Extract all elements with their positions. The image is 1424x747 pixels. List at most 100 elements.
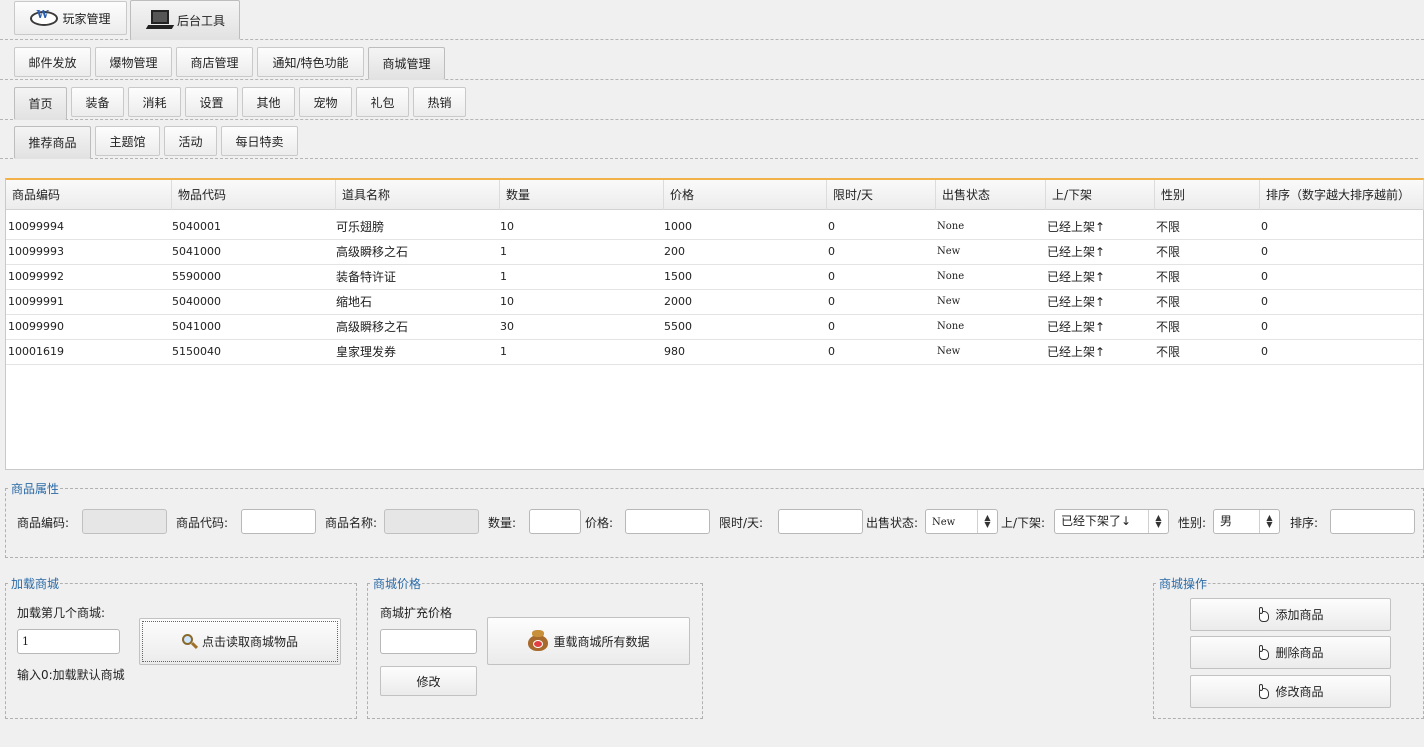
item-name-label: 商品名称: xyxy=(325,516,378,530)
group-title: 商品属性 xyxy=(10,480,61,497)
cell-shelf: 已经上架↑ xyxy=(1047,220,1106,234)
cell-item-code: 10099990 xyxy=(8,320,64,333)
cell-sort: 0 xyxy=(1261,320,1268,333)
tab-theme[interactable]: 主题馆 xyxy=(95,126,160,156)
price-label: 价格: xyxy=(585,516,614,530)
header-goods-code[interactable]: 物品代码 xyxy=(172,180,336,210)
which-mall-input[interactable]: 1 xyxy=(17,629,120,654)
cell-name: 缩地石 xyxy=(336,295,373,309)
modify-price-button[interactable]: 修改 xyxy=(380,666,477,696)
cell-sale: New xyxy=(937,246,961,257)
header-name[interactable]: 道具名称 xyxy=(336,180,500,210)
cell-goods-code: 5041000 xyxy=(172,320,221,333)
tab-pet[interactable]: 宠物 xyxy=(299,87,352,117)
read-mall-items-button[interactable]: 点击读取商城物品 xyxy=(139,618,341,665)
shelf-label: 上/下架: xyxy=(1001,516,1046,530)
cell-sale: None xyxy=(937,221,965,232)
tab-home[interactable]: 首页 xyxy=(14,87,67,120)
header-qty[interactable]: 数量 xyxy=(500,180,664,210)
computer-icon xyxy=(145,9,175,31)
cell-shelf: 已经上架↑ xyxy=(1047,270,1106,284)
cell-name: 高级瞬移之石 xyxy=(336,320,409,334)
cell-name: 装备特许证 xyxy=(336,270,397,284)
cell-sort: 0 xyxy=(1261,270,1268,283)
cell-qty: 10 xyxy=(500,220,514,233)
cell-gender: 不限 xyxy=(1156,220,1181,234)
group-title: 加载商城 xyxy=(10,575,61,592)
tab-event[interactable]: 活动 xyxy=(164,126,217,156)
tab-setup[interactable]: 设置 xyxy=(185,87,238,117)
shelf-select[interactable]: 已经下架了↓ ▲ ▼ xyxy=(1054,509,1169,534)
tab-consumable[interactable]: 消耗 xyxy=(128,87,181,117)
tab-equipment[interactable]: 装备 xyxy=(71,87,124,117)
cell-qty: 1 xyxy=(500,245,507,258)
cell-item-code: 10099994 xyxy=(8,220,64,233)
cell-gender: 不限 xyxy=(1156,320,1181,334)
tab-notice[interactable]: 通知/特色功能 xyxy=(257,47,364,77)
header-item-code[interactable]: 商品编码 xyxy=(6,180,172,210)
cell-limit: 0 xyxy=(828,220,835,233)
cell-sort: 0 xyxy=(1261,220,1268,233)
category-tab-bar: 首页 装备 消耗 设置 其他 宠物 礼包 热销 xyxy=(0,80,1424,120)
cell-name: 可乐翅膀 xyxy=(336,220,385,234)
spinner-icon: ▲ ▼ xyxy=(1148,510,1168,533)
header-sale[interactable]: 出售状态 xyxy=(936,180,1046,210)
hand-pointer-icon xyxy=(1257,683,1271,700)
button-label: 修改商品 xyxy=(1275,685,1324,699)
table-row[interactable]: 10099991 5040000 缩地石 10 2000 0 New 已经上架↑… xyxy=(6,290,1423,315)
sort-field[interactable] xyxy=(1330,509,1415,534)
tab-mail[interactable]: 邮件发放 xyxy=(14,47,91,77)
table-row[interactable]: 10099994 5040001 可乐翅膀 10 1000 0 None 已经上… xyxy=(6,215,1423,240)
delete-item-button[interactable]: 删除商品 xyxy=(1190,636,1391,669)
header-gender[interactable]: 性别 xyxy=(1155,180,1260,210)
tab-player-management[interactable]: W 玩家管理 xyxy=(14,1,127,35)
tab-backend-tools[interactable]: 后台工具 xyxy=(130,0,240,40)
default-mall-hint: 输入0:加载默认商城 xyxy=(17,668,125,682)
cell-item-code: 10099991 xyxy=(8,295,64,308)
sale-status-select[interactable]: New ▲ ▼ xyxy=(925,509,998,534)
table-row[interactable]: 10001619 5150040 皇家理发券 1 980 0 New 已经上架↑… xyxy=(6,340,1423,365)
cell-item-code: 10099993 xyxy=(8,245,64,258)
cell-goods-code: 5041000 xyxy=(172,245,221,258)
header-limit[interactable]: 限时/天 xyxy=(827,180,936,210)
magnifier-icon xyxy=(181,633,199,650)
table-header: 商品编码 物品代码 道具名称 数量 价格 限时/天 出售状态 上/下架 性别 排… xyxy=(6,180,1424,210)
add-item-button[interactable]: 添加商品 xyxy=(1190,598,1391,631)
tab-other[interactable]: 其他 xyxy=(242,87,295,117)
table-row[interactable]: 10099990 5041000 高级瞬移之石 30 5500 0 None 已… xyxy=(6,315,1423,340)
limit-days-field[interactable] xyxy=(778,509,863,534)
tab-hot[interactable]: 热销 xyxy=(413,87,466,117)
tab-daily-sale[interactable]: 每日特卖 xyxy=(221,126,298,156)
reload-all-data-button[interactable]: 重载商城所有数据 xyxy=(487,617,690,665)
header-sort[interactable]: 排序（数字越大排序越前） xyxy=(1260,180,1424,210)
money-bag-icon xyxy=(527,630,549,652)
mall-price-group: 商城价格 商城扩充价格 重载商城所有数据 修改 xyxy=(367,575,703,719)
edit-item-button[interactable]: 修改商品 xyxy=(1190,675,1391,708)
quantity-field[interactable] xyxy=(529,509,581,534)
gender-label: 性别: xyxy=(1178,516,1207,530)
cell-goods-code: 5040000 xyxy=(172,295,221,308)
sale-status-value: New xyxy=(932,517,956,528)
tab-recommended[interactable]: 推荐商品 xyxy=(14,126,91,159)
cell-gender: 不限 xyxy=(1156,295,1181,309)
table-row[interactable]: 10099993 5041000 高级瞬移之石 1 200 0 New 已经上架… xyxy=(6,240,1423,265)
extra-price-input[interactable] xyxy=(380,629,477,654)
goods-code-field[interactable] xyxy=(241,509,316,534)
price-field[interactable] xyxy=(625,509,710,534)
button-label: 点击读取商城物品 xyxy=(201,635,298,649)
tab-mall[interactable]: 商城管理 xyxy=(368,47,445,80)
table-row[interactable]: 10099992 5590000 装备特许证 1 1500 0 None 已经上… xyxy=(6,265,1423,290)
quantity-label: 数量: xyxy=(488,516,517,530)
cell-qty: 1 xyxy=(500,270,507,283)
cell-shelf: 已经上架↑ xyxy=(1047,345,1106,359)
group-title: 商城价格 xyxy=(372,575,423,592)
cell-sale: New xyxy=(937,296,961,307)
header-price[interactable]: 价格 xyxy=(664,180,827,210)
gender-select[interactable]: 男 ▲ ▼ xyxy=(1213,509,1280,534)
cell-sort: 0 xyxy=(1261,345,1268,358)
tab-shop[interactable]: 商店管理 xyxy=(176,47,253,77)
header-shelf[interactable]: 上/下架 xyxy=(1046,180,1155,210)
goods-code-label: 商品代码: xyxy=(176,516,229,530)
tab-gift[interactable]: 礼包 xyxy=(356,87,409,117)
tab-drops[interactable]: 爆物管理 xyxy=(95,47,172,77)
